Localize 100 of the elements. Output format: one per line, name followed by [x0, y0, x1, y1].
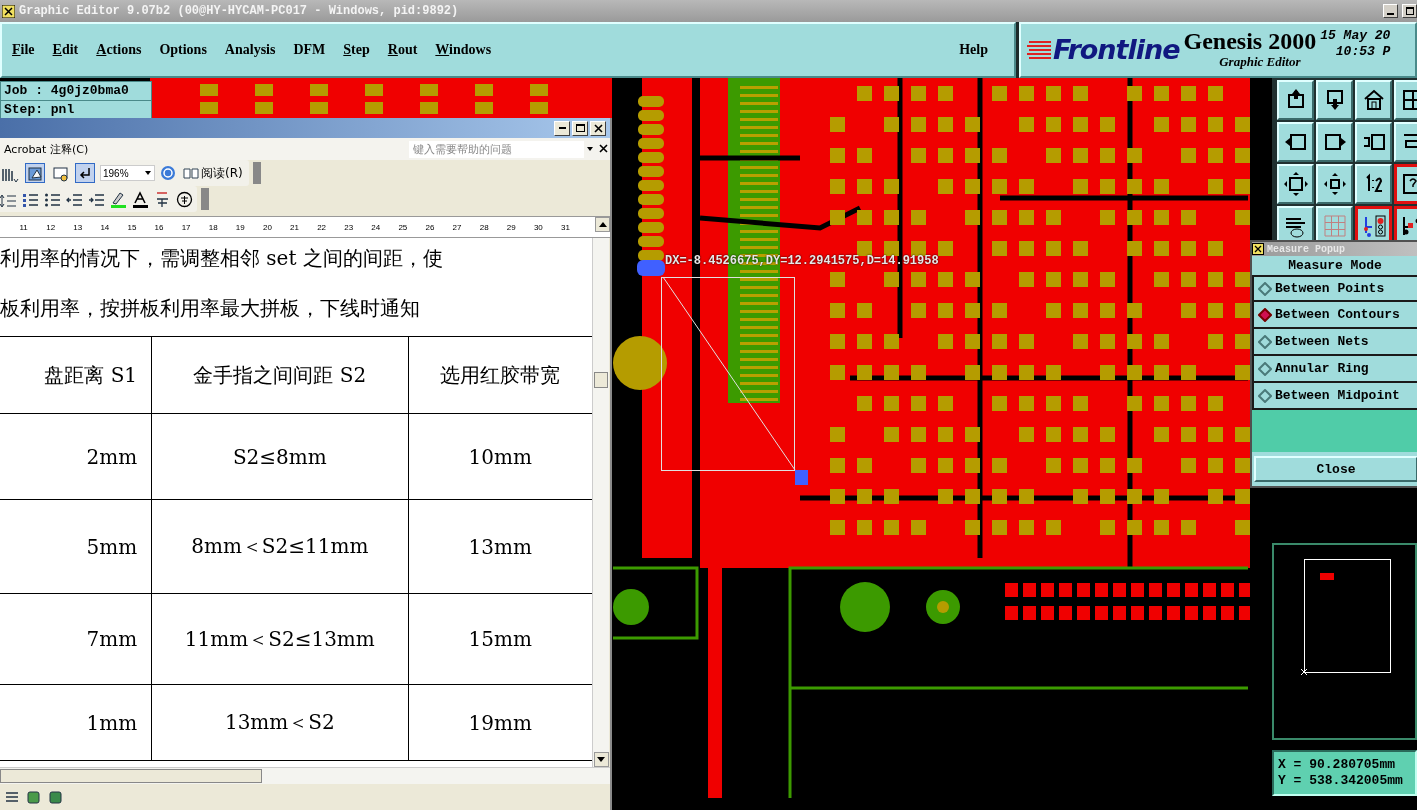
ruler-number: 22 — [316, 222, 328, 232]
maximize-icon — [1405, 7, 1414, 15]
dropdown-icon[interactable] — [584, 145, 596, 153]
date-text: 15 May 20 — [1320, 28, 1391, 44]
menu-item[interactable]: Rout — [381, 40, 424, 60]
document-text: 利用率的情况下，需调整相邻 set 之间的间距，使 — [0, 245, 444, 272]
ruler-number: 23 — [343, 222, 355, 232]
enclosed-character-icon[interactable] — [176, 190, 193, 208]
menu-item[interactable]: Actions — [90, 40, 148, 60]
toolbar-grip[interactable] — [252, 162, 261, 184]
ruler-number: 25 — [397, 222, 409, 232]
radio-option[interactable]: Between Contours — [1252, 302, 1417, 329]
ruler-number: 26 — [424, 222, 436, 232]
cube-icon[interactable] — [26, 789, 42, 805]
ruler-number: 31 — [559, 222, 571, 232]
expand-box-icon — [1282, 171, 1309, 197]
ruler-number: 19 — [234, 222, 246, 232]
menu-item[interactable]: Windows — [429, 40, 498, 60]
menu-item[interactable]: Help — [953, 40, 994, 60]
menu-item[interactable]: Step — [337, 40, 376, 60]
book-icon — [183, 167, 199, 179]
menu-item[interactable]: File — [6, 40, 41, 60]
radio-option[interactable]: Between Midpoint — [1252, 383, 1417, 410]
toolbar-button[interactable] — [25, 163, 45, 183]
menu-item[interactable]: DFM — [287, 40, 332, 60]
table-cell: 2mm — [0, 413, 152, 500]
y-coordinate: Y = 538.342005mm — [1278, 773, 1404, 789]
ruler-number: 12 — [45, 222, 57, 232]
table-cell: 7mm — [0, 593, 152, 685]
ruler-number: 27 — [451, 222, 463, 232]
table-cell: 1mm — [0, 684, 152, 761]
ruler-number: 16 — [153, 222, 165, 232]
ruler-number: 15 — [126, 222, 138, 232]
close-button[interactable]: Close — [1254, 456, 1417, 482]
radio-option[interactable]: Annular Ring — [1252, 356, 1417, 383]
phonetic-guide-icon[interactable] — [154, 190, 171, 208]
section-heading: Measure Mode — [1287, 257, 1383, 275]
up-arrow-icon — [598, 222, 607, 227]
table-cell: 8mm＜S2≤11mm — [151, 499, 409, 594]
menu-item[interactable]: Edit — [46, 40, 85, 60]
table-cell: 11mm＜S2≤13mm — [151, 593, 409, 685]
scroll-thumb[interactable] — [0, 769, 262, 783]
time-text: 10:53 P — [1335, 44, 1391, 60]
toolbar-button[interactable] — [75, 163, 95, 183]
close-icon[interactable] — [596, 144, 610, 154]
grid-icon — [1321, 213, 1348, 239]
x-coordinate: X = 90.280705mm — [1278, 757, 1397, 773]
brand-logo: Frontline — [1053, 34, 1180, 65]
vertical-scrollbar[interactable] — [592, 238, 609, 767]
ruler-number: 30 — [532, 222, 544, 232]
radio-option[interactable]: Between Points — [1252, 275, 1417, 302]
speed-lines-icon — [1027, 38, 1053, 61]
table-cell: 金手指之间间距 S2 — [151, 336, 409, 414]
table-cell: 13mm＜S2 — [151, 684, 409, 761]
minimize-button[interactable] — [554, 120, 570, 136]
menu-item[interactable]: Analysis — [218, 40, 282, 60]
ruler-number: 29 — [505, 222, 517, 232]
document-text: 板利用率，按拼板利用率最大拼板，下线时通知 — [0, 295, 421, 322]
ruler-number: 21 — [289, 222, 300, 232]
shapes-icon — [26, 164, 44, 182]
toolbar-grip[interactable] — [201, 188, 209, 210]
app-icon — [1252, 243, 1264, 255]
maximize-button[interactable] — [572, 120, 588, 136]
cube-icon[interactable] — [48, 789, 64, 805]
highlight-icon[interactable] — [110, 190, 127, 208]
comment-icon — [51, 164, 69, 182]
ruler-number: 24 — [370, 222, 382, 232]
font-color-icon[interactable] — [132, 190, 149, 208]
dropdown-icon — [144, 170, 152, 176]
ruler-number: 28 — [478, 222, 490, 232]
ruler-number: 11 — [18, 222, 29, 232]
window-title: Graphic Editor 9.07b2 (00@HY-HYCAM-PC017 - Windows, pid:9892) — [19, 4, 459, 18]
menu-item[interactable]: Acrobat 注释(C) — [4, 141, 89, 157]
ruler-number: 17 — [180, 222, 192, 232]
popup-title: Measure Popup — [1267, 243, 1345, 255]
product-subtitle: Graphic Editor — [1219, 54, 1301, 70]
read-button[interactable]: 阅读(R) — [181, 164, 245, 182]
close-button[interactable] — [590, 120, 606, 136]
radio-option[interactable]: Between Nets — [1252, 329, 1417, 356]
view-mode-icon[interactable] — [4, 789, 20, 805]
scroll-down-button[interactable] — [593, 752, 609, 767]
ruler-number: 20 — [261, 222, 273, 232]
scroll-up-button[interactable] — [595, 217, 610, 232]
job-name: Job : 4g0jz0bma0 — [1, 82, 151, 101]
maximize-button[interactable] — [1402, 4, 1417, 18]
zoom-dropdown[interactable]: 196% — [100, 165, 155, 181]
horizontal-scrollbar[interactable] — [0, 767, 610, 784]
minimize-button[interactable] — [1383, 4, 1398, 18]
close-icon — [593, 123, 603, 133]
app-icon — [2, 4, 15, 18]
menu-item[interactable]: Options — [153, 40, 213, 60]
scroll-thumb[interactable] — [594, 372, 608, 388]
ruler-number: 13 — [72, 222, 84, 232]
product-name: Genesis 2000 — [1183, 28, 1317, 54]
maximize-icon — [575, 123, 585, 133]
help-icon[interactable] — [160, 165, 176, 181]
table-cell: 5mm — [0, 499, 152, 594]
ruler-number: 18 — [207, 222, 219, 232]
help-search-field[interactable]: 键入需要帮助的问题 — [409, 140, 584, 158]
down-arrow-icon — [597, 757, 605, 762]
